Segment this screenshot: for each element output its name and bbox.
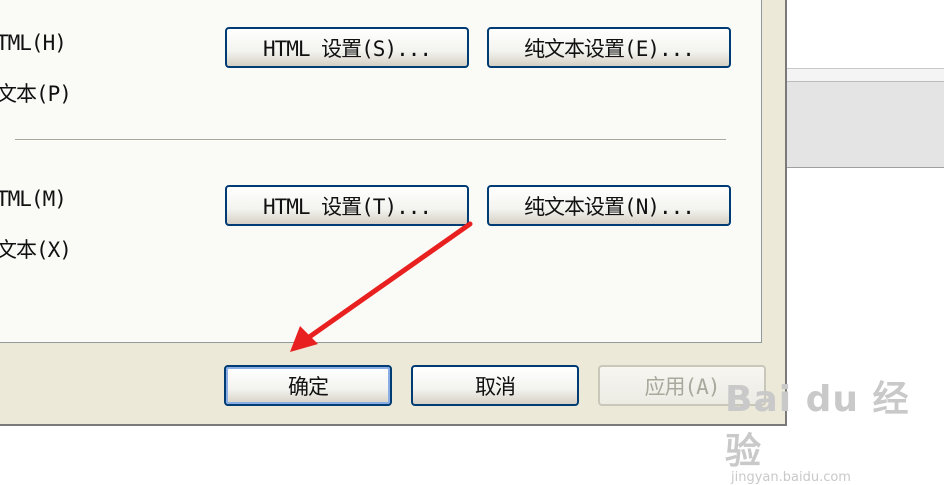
radio-html-format-label[interactable]: TML(H) [0, 31, 67, 55]
radio-plain-text-format-label[interactable]: 文本(P) [0, 78, 72, 108]
plain-text-settings-button[interactable]: 纯文本设置(E)... [487, 27, 731, 68]
background-window-header [787, 69, 944, 82]
watermark-url: jingyan.baidu.com [731, 470, 851, 485]
watermark-main: Bai du 经验 [725, 379, 910, 472]
radio-plain-text-format-label-2[interactable]: 文本(X) [0, 234, 72, 264]
background-window [787, 68, 944, 168]
radio-html-format-label-2[interactable]: TML(M) [0, 187, 67, 211]
html-settings-button[interactable]: HTML 设置(S)... [225, 27, 469, 68]
plain-text-settings-button-2[interactable]: 纯文本设置(N)... [487, 185, 731, 226]
group-separator [15, 139, 726, 141]
ok-button[interactable]: 确定 [224, 365, 392, 406]
cancel-button[interactable]: 取消 [411, 365, 579, 406]
html-settings-button-2[interactable]: HTML 设置(T)... [225, 185, 469, 226]
